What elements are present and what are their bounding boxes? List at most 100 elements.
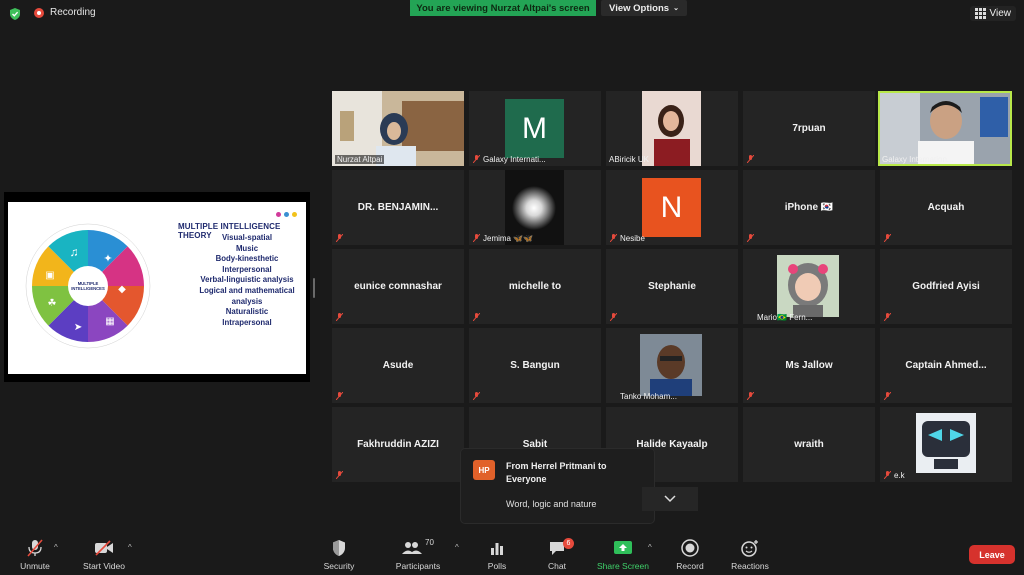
participant-tile[interactable]: Captain Ahmed... [880,328,1012,403]
participants-count: 70 [425,538,434,547]
security-shield-icon [333,540,345,556]
chat-sender-line: From Herrel Pritmani to Everyone [506,461,607,484]
polls-icon [491,543,503,555]
participant-name: S. Bangun [510,360,560,371]
video-options-caret[interactable]: ^ [128,543,132,552]
participant-name: Asude [382,360,414,371]
muted-mic-icon [884,234,891,242]
recording-label: Recording [50,7,96,18]
muted-mic-icon [473,155,480,163]
participant-name: Nurzat Altpai [335,155,385,164]
participant-tile[interactable]: Asude [332,328,464,403]
participant-name: Ms Jallow [785,360,833,371]
security-button[interactable]: Security [318,532,360,575]
record-icon [681,539,699,557]
participants-label: Participants [395,561,441,571]
participant-tile[interactable]: M Galaxy Internati... [469,91,601,166]
muted-mic-icon [610,313,617,321]
svg-text:INTELLIGENCES: INTELLIGENCES [71,286,105,291]
chat-unread-badge: 6 [563,538,574,549]
participant-name: Galaxy Internati... [483,155,546,164]
muted-mic-icon [27,539,43,557]
participant-tile[interactable]: ABiricik UK [606,91,738,166]
share-screen-button[interactable]: Share Screen [596,532,650,575]
record-button[interactable]: Record [672,532,708,575]
participant-name: Mario🇧🇷 Fern... [757,313,813,322]
slide-item: Visual-spatial [221,233,273,242]
record-label: Record [676,561,704,571]
participants-options-caret[interactable]: ^ [455,543,459,552]
participant-tile[interactable]: michelle to [469,249,601,324]
participant-video [642,91,701,166]
share-options-caret[interactable]: ^ [648,543,652,552]
unmute-button[interactable]: Unmute [12,532,58,575]
participant-tile[interactable]: wraith [743,407,875,482]
slide-items: Visual-spatial Music Body-kinesthetic In… [192,233,302,328]
muted-mic-icon [336,471,343,479]
participant-tile[interactable]: Jemima 🦋🦋 [469,170,601,245]
participant-tile[interactable]: Mario🇧🇷 Fern... [743,249,875,324]
chat-notification[interactable]: HP From Herrel Pritmani to Everyone Word… [461,449,654,523]
audio-options-caret[interactable]: ^ [54,543,58,552]
participant-name: michelle to [508,281,562,292]
video-off-icon [95,540,113,556]
participant-tile[interactable]: iPhone 🇰🇷 [743,170,875,245]
participant-tile-active-speaker[interactable]: Galaxy Internation... [878,91,1012,166]
participant-tile[interactable]: Ms Jallow [743,328,875,403]
svg-text:☘: ☘ [48,298,57,309]
participant-tile[interactable]: N Nesibe [606,170,738,245]
participant-tile[interactable]: Godfried Ayisi [880,249,1012,324]
participant-name: 7rpuan [792,123,826,134]
share-screen-label: Share Screen [597,561,649,571]
participant-name: Galaxy Internation... [882,155,954,164]
participants-button[interactable]: 70 Participants [392,532,444,575]
participant-tile[interactable]: e.k [880,407,1012,482]
reactions-button[interactable]: Reactions [728,532,772,575]
leave-button[interactable]: Leave [969,545,1015,564]
svg-text:➤: ➤ [74,322,82,333]
shield-check-icon[interactable] [8,7,22,21]
chat-label: Chat [548,561,566,571]
scroll-down-button[interactable] [642,487,698,511]
polls-button[interactable]: Polls [480,532,514,575]
participant-name: Fakhruddin AZIZI [357,439,439,450]
participant-tile[interactable]: Fakhruddin AZIZI [332,407,464,482]
muted-mic-icon [336,392,343,400]
chat-sender-avatar: HP [473,460,495,480]
meeting-toolbar: Unmute ^ Start Video ^ Security 70 Parti… [0,532,1024,575]
start-video-label: Start Video [83,561,125,571]
slide-item: Logical and mathematical analysis [199,285,295,306]
view-options-button[interactable]: View Options ⌄ [601,0,687,16]
muted-mic-icon [884,471,891,479]
slide-item: Interpersonal [222,264,272,274]
participant-name: Captain Ahmed... [905,360,987,371]
participant-tile[interactable]: Acquah [880,170,1012,245]
chevron-down-icon [664,495,676,503]
participant-tile[interactable]: eunice comnashar [332,249,464,324]
participants-icon [402,542,423,554]
view-options-label: View Options [609,2,670,14]
participant-avatar-image [777,255,839,317]
participant-tile[interactable]: 7rpuan [743,91,875,166]
participant-name: Tanko Moham... [620,392,677,401]
view-button[interactable]: View [969,6,1016,21]
participant-tile[interactable]: DR. BENJAMIN... [332,170,464,245]
participant-tile[interactable]: S. Bangun [469,328,601,403]
participant-tile[interactable]: Tanko Moham... [606,328,738,403]
shared-slide: MULTIPLE INTELLIGENCES ♫ ✦ ◆ ▦ ➤ ☘ ▣ MUL… [8,202,306,374]
multiple-intelligences-wheel: MULTIPLE INTELLIGENCES ♫ ✦ ◆ ▦ ➤ ☘ ▣ [25,223,151,349]
participant-avatar-image [916,413,976,473]
participant-avatar-image [640,334,702,396]
participant-tile[interactable]: Stephanie [606,249,738,324]
resize-handle[interactable] [313,278,315,298]
start-video-button[interactable]: Start Video [78,532,130,575]
svg-text:▣: ▣ [45,270,54,281]
slide-item: Body-kinesthetic [215,254,279,264]
muted-mic-icon [747,155,754,163]
recording-indicator[interactable]: Recording [34,7,96,18]
slide-accent-dots [276,212,297,217]
muted-mic-icon [473,234,480,242]
muted-mic-icon [473,313,480,321]
reactions-emoji-icon [741,540,758,557]
participant-tile[interactable]: Nurzat Altpai [332,91,464,166]
